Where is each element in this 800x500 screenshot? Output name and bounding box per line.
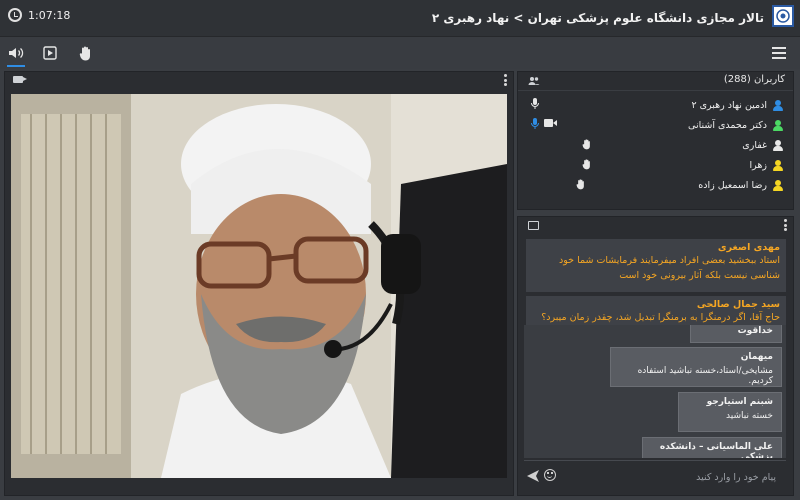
- page-title: تالار مجازی دانشگاه علوم پزشکی تهران > ن…: [431, 11, 764, 25]
- chat-panel: مهدی اصغری استاد ببخشید بعضی افراد میفرم…: [517, 216, 794, 496]
- chat-sender: سید جمال صالحی: [696, 299, 780, 310]
- popup-sender: شبنم استیارجو: [706, 397, 773, 407]
- university-logo-icon: [772, 5, 794, 27]
- user-icon: [773, 159, 783, 171]
- chat-popup[interactable]: شبنم استیارجو خسته نباشید: [678, 392, 782, 432]
- mic-icon: [531, 118, 539, 129]
- users-panel: کاربران (288) ادمین نهاد رهبری ۲ دکتر مح…: [517, 71, 794, 210]
- user-icon: [773, 119, 783, 131]
- raise-hand-icon: [576, 179, 584, 190]
- screen-share-button[interactable]: [38, 41, 62, 65]
- emoji-icon[interactable]: [544, 469, 556, 481]
- users-icon: [528, 77, 540, 85]
- user-name: ادمین نهاد رهبری ۲: [691, 99, 767, 111]
- user-item-4[interactable]: رضا اسمعیل زاده: [528, 176, 783, 194]
- speaker-icon: [9, 48, 24, 58]
- chat-popup-stack: خداقوت میهمان مشایخی/استاد،خسته نباشید ا…: [524, 325, 786, 458]
- user-icon: [773, 139, 783, 151]
- user-name: زهرا: [749, 159, 767, 171]
- speaker-button[interactable]: [4, 41, 28, 67]
- chat-message-input[interactable]: [564, 467, 778, 487]
- user-item-1[interactable]: دکتر محمدی آشنانی: [528, 116, 783, 134]
- user-name: غفاری: [742, 139, 767, 151]
- top-bar: 1:07:18 تالار مجازی دانشگاه علوم پزشکی ت…: [0, 0, 800, 37]
- chat-popup[interactable]: علی الماسیانی – دانشکده پزشکی: [642, 437, 782, 458]
- popup-sender: علی الماسیانی – دانشکده پزشکی: [659, 442, 773, 458]
- raise-hand-icon: [79, 46, 90, 61]
- session-timer: 1:07:18: [8, 8, 70, 22]
- chat-text: استاد ببخشید بعضی افراد میفرمایند فرمایش…: [559, 255, 780, 281]
- chat-message: سید جمال صالحی حاج آقا، اگر درمنگرا به ب…: [526, 296, 786, 326]
- video-panel: [4, 71, 514, 496]
- user-item-0[interactable]: ادمین نهاد رهبری ۲: [528, 96, 783, 114]
- chat-text: حاج آقا، اگر درمنگرا به برمنگرا تبدیل شد…: [541, 312, 780, 323]
- chat-popup[interactable]: میهمان مشایخی/استاد،خسته نباشید استفاده …: [610, 347, 782, 387]
- raise-hand-button[interactable]: [74, 41, 98, 65]
- chat-panel-header: [518, 217, 793, 235]
- user-icon: [773, 99, 783, 111]
- webcam-video: [11, 94, 507, 478]
- users-panel-header: کاربران (288): [518, 72, 793, 91]
- screen-share-icon: [43, 46, 57, 60]
- user-item-3[interactable]: زهرا: [528, 156, 783, 174]
- chat-options-icon[interactable]: [784, 219, 787, 231]
- chat-icon: [528, 221, 539, 230]
- user-name: رضا اسمعیل زاده: [698, 179, 767, 191]
- send-icon[interactable]: [526, 469, 540, 483]
- timer-value: 1:07:18: [28, 8, 71, 22]
- video-panel-header: [5, 72, 513, 88]
- raise-hand-icon: [582, 139, 590, 150]
- camera-icon: [544, 119, 557, 127]
- popup-text: خسته نباشید: [726, 411, 773, 421]
- chat-sender: مهدی اصغری: [717, 242, 780, 253]
- popup-text: مشایخی/استاد،خسته نباشید استفاده کردیم.: [637, 366, 773, 386]
- user-icon: [773, 179, 783, 191]
- video-options-icon[interactable]: [504, 74, 507, 86]
- users-count-title: کاربران (288): [723, 74, 785, 85]
- camera-icon: [13, 76, 27, 83]
- popup-sender: میهمان: [740, 352, 773, 362]
- chat-popup[interactable]: خداقوت: [690, 325, 782, 343]
- raise-hand-icon: [582, 159, 590, 170]
- hamburger-menu-icon[interactable]: [772, 47, 786, 59]
- mic-icon: [531, 98, 539, 109]
- chat-message: مهدی اصغری استاد ببخشید بعضی افراد میفرم…: [526, 239, 786, 292]
- clock-icon: [8, 8, 22, 22]
- user-item-2[interactable]: غفاری: [528, 136, 783, 154]
- user-name: دکتر محمدی آشنانی: [688, 119, 767, 131]
- popup-text: خداقوت: [737, 326, 773, 336]
- toolbar: [0, 37, 800, 69]
- chat-input-bar: [524, 460, 786, 491]
